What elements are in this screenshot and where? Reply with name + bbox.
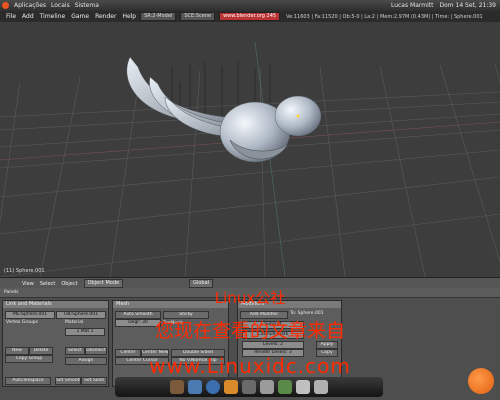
material-deselect-button[interactable]: Deselect <box>85 347 107 355</box>
material-label: Material <box>65 320 84 325</box>
applications-menu[interactable]: Aplicações <box>14 2 46 9</box>
ubuntu-corner-logo-icon <box>468 368 494 394</box>
center-button[interactable]: Center <box>115 349 141 357</box>
trash-icon[interactable] <box>314 380 328 394</box>
autotexspace-button[interactable]: AutoTexSpace <box>5 377 51 385</box>
menu-file[interactable]: File <box>6 13 16 20</box>
modifiers-panel-title: Modifiers <box>238 301 341 308</box>
orientation-selector[interactable]: Global <box>189 279 214 288</box>
ubuntu-logo-icon[interactable] <box>2 2 9 9</box>
system-menu[interactable]: Sistema <box>75 2 99 9</box>
subsurf-modifier-header[interactable]: Subsurf <box>242 321 304 329</box>
application-dock <box>115 377 383 397</box>
degree-field[interactable]: Degr: 30 <box>115 319 161 327</box>
menu-help[interactable]: Help <box>122 13 136 20</box>
link-panel-title: Link and Materials <box>3 301 108 308</box>
no-vnormal-flip-toggle[interactable]: No V.Normal Flip <box>171 357 225 365</box>
clock[interactable]: Dom 14 Set, 21:39 <box>439 2 496 9</box>
drive-icon[interactable] <box>296 380 310 394</box>
home-folder-icon[interactable] <box>170 380 184 394</box>
blender-url-field[interactable]: www.blender.org 245 <box>219 12 281 21</box>
mesh-panel: Mesh Auto Smooth Degr: 30 Sticky TexMesh… <box>112 300 229 387</box>
select-menu[interactable]: Select <box>40 281 55 287</box>
floor-grid <box>0 63 500 277</box>
mode-selector[interactable]: Object Mode <box>83 279 124 288</box>
add-modifier-button[interactable]: Add Modifier <box>240 311 288 319</box>
levels-field[interactable]: Levels: 2 <box>242 341 304 349</box>
screen-selector[interactable]: SR:2-Model <box>140 12 177 21</box>
viewport-status: (11) Sphere.001 <box>4 268 45 274</box>
material-index-field[interactable]: 1 Mat 1 <box>65 328 105 336</box>
places-menu[interactable]: Locais <box>51 2 70 9</box>
panels-label[interactable]: Panels <box>4 290 18 295</box>
image-viewer-icon[interactable] <box>278 380 292 394</box>
firefox-icon[interactable] <box>206 380 220 394</box>
user-name[interactable]: Lucas Marmitt <box>391 2 433 9</box>
subdivision-type-select[interactable]: Catmull-Clark <box>242 331 304 339</box>
set-solid-button[interactable]: Set Solid <box>81 377 107 385</box>
scene-stats: Ve:11603 | Fa:11520 | Ob:5-0 | La:2 | Me… <box>286 13 483 20</box>
menu-add[interactable]: Add <box>22 13 34 20</box>
object-menu[interactable]: Object <box>61 281 77 287</box>
vgroup-delete-button[interactable]: Delete <box>29 347 53 355</box>
link-materials-panel: Link and Materials ME:Sphere.001 OB:Sphe… <box>2 300 109 387</box>
mesh-panel-title: Mesh <box>113 301 228 308</box>
material-assign-button[interactable]: Assign <box>65 357 107 365</box>
vertex-groups-label: Vertex Groups <box>6 320 38 325</box>
render-levels-field[interactable]: Render Levels: 3 <box>242 349 304 357</box>
terminal-icon[interactable] <box>188 380 202 394</box>
sticky-button[interactable]: Sticky <box>163 311 209 319</box>
menu-timeline[interactable]: Timeline <box>40 13 66 20</box>
double-sided-toggle[interactable]: Double Sided <box>171 349 225 357</box>
text-editor-icon[interactable] <box>260 380 274 394</box>
view-menu[interactable]: View <box>22 281 34 287</box>
system-top-bar: Aplicações Locais Sistema Lucas Marmitt … <box>0 0 500 11</box>
copy-modifier-button[interactable]: Copy <box>316 349 338 357</box>
set-smooth-button[interactable]: Set Smooth <box>55 377 81 385</box>
auto-smooth-toggle[interactable]: Auto Smooth <box>115 311 161 319</box>
menu-game[interactable]: Game <box>71 13 89 20</box>
texmesh-label: TexMesh: <box>163 321 184 326</box>
vgroup-new-button[interactable]: New <box>5 347 29 355</box>
apply-modifier-button[interactable]: Apply <box>316 341 338 349</box>
center-cursor-button[interactable]: Center Cursor <box>115 357 169 365</box>
viewport-scene <box>0 41 500 277</box>
system-tray: Lucas Marmitt Dom 14 Set, 21:39 <box>391 2 500 9</box>
mesh-datablock-field[interactable]: ME:Sphere.001 <box>5 311 55 319</box>
3d-model[interactable] <box>126 56 322 163</box>
material-select-button[interactable]: Select <box>65 347 85 355</box>
3d-viewport[interactable]: (11) Sphere.001 <box>0 22 500 277</box>
modifier-target-label: To: Sphere.001 <box>290 311 324 316</box>
object-name-field[interactable]: OB:Sphere.001 <box>56 311 106 319</box>
scene-selector[interactable]: SCE:Scene <box>180 12 216 21</box>
buttons-header: Panels <box>0 288 500 298</box>
center-new-button[interactable]: Center New <box>141 349 169 357</box>
copy-group-button[interactable]: Copy Group <box>5 355 53 363</box>
menu-render[interactable]: Render <box>95 13 116 20</box>
blender-menu-bar: File Add Timeline Game Render Help SR:2-… <box>0 11 500 22</box>
system-monitor-icon[interactable] <box>242 380 256 394</box>
blender-icon[interactable] <box>224 380 238 394</box>
modifiers-panel: Modifiers Add Modifier To: Sphere.001 Su… <box>237 300 342 387</box>
